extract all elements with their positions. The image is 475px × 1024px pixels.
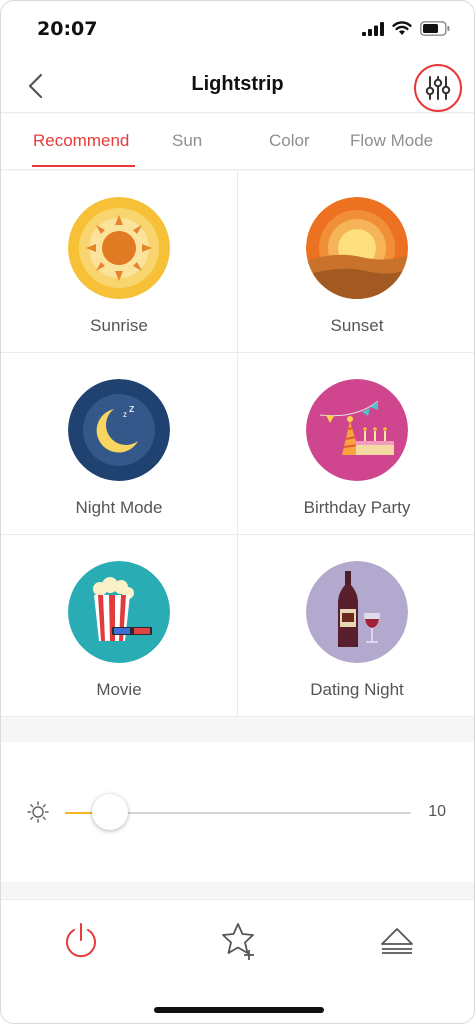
status-bar: 20:07 (1, 1, 474, 59)
scene-movie[interactable]: Movie (1, 535, 238, 717)
scene-dating-night[interactable]: Dating Night (238, 535, 474, 717)
brightness-value: 10 (428, 803, 446, 820)
sunset-icon (306, 197, 408, 299)
brightness-panel: 10 (1, 742, 474, 882)
scene-label: Sunset (330, 316, 384, 335)
wifi-icon (392, 21, 412, 35)
status-icons (362, 21, 450, 36)
add-favorite-button[interactable] (218, 920, 258, 960)
movie-icon (68, 561, 170, 663)
night-mode-icon: z z (68, 379, 170, 481)
status-time: 20:07 (37, 18, 98, 40)
tab-sun[interactable]: Sun (172, 131, 202, 151)
svg-text:z: z (129, 403, 135, 415)
settings-button[interactable] (414, 64, 462, 112)
scene-birthday-party[interactable]: Birthday Party (238, 353, 474, 535)
tab-flow-mode[interactable]: Flow Mode (350, 131, 433, 151)
active-tab-indicator (32, 165, 135, 167)
power-icon (66, 923, 96, 958)
scene-label: Dating Night (310, 680, 404, 699)
tab-color[interactable]: Color (269, 131, 310, 151)
scene-night-mode[interactable]: z z Night Mode (1, 353, 238, 535)
svg-text:z: z (123, 410, 127, 419)
scene-sunset[interactable]: Sunset (238, 171, 474, 353)
app-screen: 20:07 Lightstrip Recommend Sun Color Flo… (0, 0, 475, 1024)
eject-icon (381, 928, 413, 954)
scene-grid: Sunrise Sunset z z Night Mode Birthday P… (1, 171, 474, 717)
eject-button[interactable] (377, 920, 417, 960)
bottom-toolbar (1, 899, 474, 981)
tab-recommend[interactable]: Recommend (33, 131, 129, 151)
scene-label: Birthday Party (303, 498, 411, 517)
scene-sunrise[interactable]: Sunrise (1, 171, 238, 353)
home-area (1, 981, 474, 1023)
scene-tabs: Recommend Sun Color Flow Mode (1, 114, 474, 170)
cellular-signal-icon (362, 21, 384, 36)
nav-bar: Lightstrip (1, 59, 474, 113)
brightness-icon (27, 801, 49, 823)
birthday-party-icon (306, 379, 408, 481)
brightness-slider[interactable] (65, 794, 411, 830)
dating-night-icon (306, 561, 408, 663)
battery-icon (420, 21, 450, 36)
power-button[interactable] (61, 920, 101, 960)
home-indicator[interactable] (154, 1007, 324, 1013)
scene-label: Sunrise (90, 316, 148, 335)
sliders-icon (425, 76, 451, 100)
sunrise-icon (68, 197, 170, 299)
page-title: Lightstrip (191, 73, 284, 95)
scene-label: Movie (96, 680, 142, 699)
scene-label: Night Mode (75, 498, 163, 517)
brightness-slider-thumb[interactable] (91, 794, 128, 830)
favorite-add-icon (222, 923, 254, 960)
